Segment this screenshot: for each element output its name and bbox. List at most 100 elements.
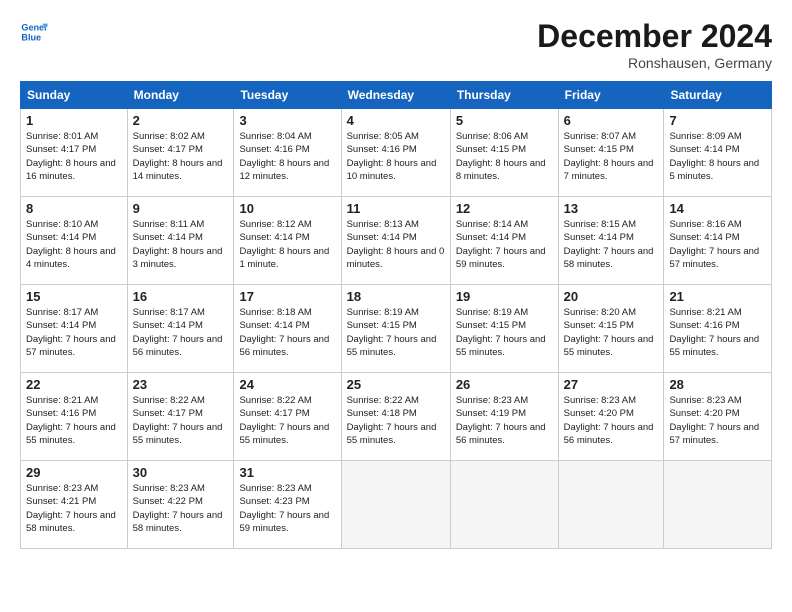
day-info: Sunrise: 8:13 AMSunset: 4:14 PMDaylight:… [347,219,445,270]
day-info: Sunrise: 8:23 AMSunset: 4:20 PMDaylight:… [564,395,654,446]
col-saturday: Saturday [664,82,772,109]
day-cell: 13 Sunrise: 8:15 AMSunset: 4:14 PMDaylig… [558,197,664,285]
day-info: Sunrise: 8:05 AMSunset: 4:16 PMDaylight:… [347,131,437,182]
day-info: Sunrise: 8:23 AMSunset: 4:21 PMDaylight:… [26,483,116,534]
day-number: 5 [456,113,553,128]
day-cell: 28 Sunrise: 8:23 AMSunset: 4:20 PMDaylig… [664,373,772,461]
day-cell: 29 Sunrise: 8:23 AMSunset: 4:21 PMDaylig… [21,461,128,549]
day-number: 24 [239,377,335,392]
day-number: 12 [456,201,553,216]
day-info: Sunrise: 8:01 AMSunset: 4:17 PMDaylight:… [26,131,116,182]
day-info: Sunrise: 8:06 AMSunset: 4:15 PMDaylight:… [456,131,546,182]
table-row: 29 Sunrise: 8:23 AMSunset: 4:21 PMDaylig… [21,461,772,549]
table-row: 22 Sunrise: 8:21 AMSunset: 4:16 PMDaylig… [21,373,772,461]
day-cell: 18 Sunrise: 8:19 AMSunset: 4:15 PMDaylig… [341,285,450,373]
day-cell: 27 Sunrise: 8:23 AMSunset: 4:20 PMDaylig… [558,373,664,461]
col-friday: Friday [558,82,664,109]
day-number: 11 [347,201,445,216]
day-info: Sunrise: 8:11 AMSunset: 4:14 PMDaylight:… [133,219,223,270]
day-info: Sunrise: 8:18 AMSunset: 4:14 PMDaylight:… [239,307,329,358]
day-number: 25 [347,377,445,392]
day-number: 7 [669,113,766,128]
col-wednesday: Wednesday [341,82,450,109]
day-cell: 5 Sunrise: 8:06 AMSunset: 4:15 PMDayligh… [450,109,558,197]
day-info: Sunrise: 8:15 AMSunset: 4:14 PMDaylight:… [564,219,654,270]
day-info: Sunrise: 8:17 AMSunset: 4:14 PMDaylight:… [26,307,116,358]
calendar-header-row: Sunday Monday Tuesday Wednesday Thursday… [21,82,772,109]
day-info: Sunrise: 8:22 AMSunset: 4:17 PMDaylight:… [133,395,223,446]
day-cell: 4 Sunrise: 8:05 AMSunset: 4:16 PMDayligh… [341,109,450,197]
day-info: Sunrise: 8:22 AMSunset: 4:17 PMDaylight:… [239,395,329,446]
day-info: Sunrise: 8:04 AMSunset: 4:16 PMDaylight:… [239,131,329,182]
day-number: 4 [347,113,445,128]
svg-text:Blue: Blue [21,32,41,42]
day-cell: 10 Sunrise: 8:12 AMSunset: 4:14 PMDaylig… [234,197,341,285]
day-cell: 2 Sunrise: 8:02 AMSunset: 4:17 PMDayligh… [127,109,234,197]
day-info: Sunrise: 8:07 AMSunset: 4:15 PMDaylight:… [564,131,654,182]
logo: General Blue [20,18,48,46]
day-cell: 7 Sunrise: 8:09 AMSunset: 4:14 PMDayligh… [664,109,772,197]
day-info: Sunrise: 8:02 AMSunset: 4:17 PMDaylight:… [133,131,223,182]
day-info: Sunrise: 8:19 AMSunset: 4:15 PMDaylight:… [347,307,437,358]
day-cell: 26 Sunrise: 8:23 AMSunset: 4:19 PMDaylig… [450,373,558,461]
day-info: Sunrise: 8:14 AMSunset: 4:14 PMDaylight:… [456,219,546,270]
day-cell: 31 Sunrise: 8:23 AMSunset: 4:23 PMDaylig… [234,461,341,549]
table-row: 1 Sunrise: 8:01 AMSunset: 4:17 PMDayligh… [21,109,772,197]
day-cell: 8 Sunrise: 8:10 AMSunset: 4:14 PMDayligh… [21,197,128,285]
empty-cell [341,461,450,549]
day-info: Sunrise: 8:19 AMSunset: 4:15 PMDaylight:… [456,307,546,358]
day-info: Sunrise: 8:21 AMSunset: 4:16 PMDaylight:… [26,395,116,446]
day-info: Sunrise: 8:16 AMSunset: 4:14 PMDaylight:… [669,219,759,270]
day-number: 20 [564,289,659,304]
day-number: 29 [26,465,122,480]
day-info: Sunrise: 8:10 AMSunset: 4:14 PMDaylight:… [26,219,116,270]
day-number: 16 [133,289,229,304]
day-info: Sunrise: 8:17 AMSunset: 4:14 PMDaylight:… [133,307,223,358]
day-number: 22 [26,377,122,392]
day-info: Sunrise: 8:12 AMSunset: 4:14 PMDaylight:… [239,219,329,270]
day-info: Sunrise: 8:09 AMSunset: 4:14 PMDaylight:… [669,131,759,182]
day-cell: 16 Sunrise: 8:17 AMSunset: 4:14 PMDaylig… [127,285,234,373]
title-block: December 2024 Ronshausen, Germany [537,18,772,71]
day-number: 15 [26,289,122,304]
day-cell: 11 Sunrise: 8:13 AMSunset: 4:14 PMDaylig… [341,197,450,285]
month-title: December 2024 [537,18,772,55]
day-cell: 22 Sunrise: 8:21 AMSunset: 4:16 PMDaylig… [21,373,128,461]
table-row: 15 Sunrise: 8:17 AMSunset: 4:14 PMDaylig… [21,285,772,373]
day-cell: 15 Sunrise: 8:17 AMSunset: 4:14 PMDaylig… [21,285,128,373]
empty-cell [664,461,772,549]
table-row: 8 Sunrise: 8:10 AMSunset: 4:14 PMDayligh… [21,197,772,285]
day-number: 21 [669,289,766,304]
location: Ronshausen, Germany [537,55,772,71]
header: General Blue December 2024 Ronshausen, G… [20,18,772,71]
day-cell: 20 Sunrise: 8:20 AMSunset: 4:15 PMDaylig… [558,285,664,373]
day-number: 17 [239,289,335,304]
day-info: Sunrise: 8:21 AMSunset: 4:16 PMDaylight:… [669,307,759,358]
day-cell: 19 Sunrise: 8:19 AMSunset: 4:15 PMDaylig… [450,285,558,373]
day-number: 13 [564,201,659,216]
col-thursday: Thursday [450,82,558,109]
col-sunday: Sunday [21,82,128,109]
day-number: 1 [26,113,122,128]
day-cell: 24 Sunrise: 8:22 AMSunset: 4:17 PMDaylig… [234,373,341,461]
day-cell: 12 Sunrise: 8:14 AMSunset: 4:14 PMDaylig… [450,197,558,285]
day-cell: 25 Sunrise: 8:22 AMSunset: 4:18 PMDaylig… [341,373,450,461]
day-number: 6 [564,113,659,128]
day-cell: 1 Sunrise: 8:01 AMSunset: 4:17 PMDayligh… [21,109,128,197]
day-info: Sunrise: 8:23 AMSunset: 4:19 PMDaylight:… [456,395,546,446]
day-number: 23 [133,377,229,392]
day-number: 31 [239,465,335,480]
day-info: Sunrise: 8:23 AMSunset: 4:23 PMDaylight:… [239,483,329,534]
day-cell: 30 Sunrise: 8:23 AMSunset: 4:22 PMDaylig… [127,461,234,549]
day-cell: 14 Sunrise: 8:16 AMSunset: 4:14 PMDaylig… [664,197,772,285]
empty-cell [558,461,664,549]
day-cell: 3 Sunrise: 8:04 AMSunset: 4:16 PMDayligh… [234,109,341,197]
day-number: 9 [133,201,229,216]
day-cell: 6 Sunrise: 8:07 AMSunset: 4:15 PMDayligh… [558,109,664,197]
col-monday: Monday [127,82,234,109]
day-info: Sunrise: 8:20 AMSunset: 4:15 PMDaylight:… [564,307,654,358]
calendar-table: Sunday Monday Tuesday Wednesday Thursday… [20,81,772,549]
day-info: Sunrise: 8:23 AMSunset: 4:22 PMDaylight:… [133,483,223,534]
day-number: 8 [26,201,122,216]
page: General Blue December 2024 Ronshausen, G… [0,0,792,612]
